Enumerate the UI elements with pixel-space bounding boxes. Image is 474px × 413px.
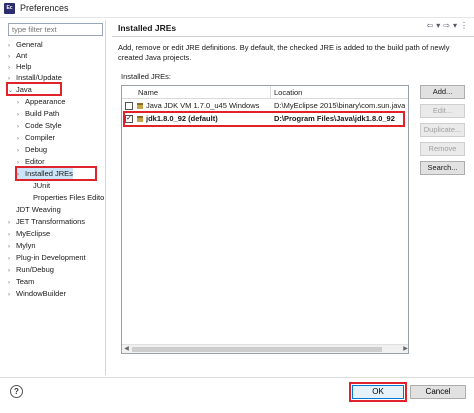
forward-arrow-icon[interactable]: ⇨ bbox=[443, 21, 450, 30]
page-description: Add, remove or edit JRE definitions. By … bbox=[118, 43, 450, 62]
tree-item-build-path[interactable]: › Build Path bbox=[17, 108, 59, 119]
scroll-right-icon[interactable]: ▶ bbox=[401, 345, 408, 353]
tree-item-label: JDT Weaving bbox=[16, 205, 61, 214]
tree-item-compiler[interactable]: › Compiler bbox=[17, 132, 55, 143]
preference-tree-pane: ›General ›Ant ›Help ›Install/Update ⌄Jav… bbox=[5, 20, 106, 375]
view-menu-icon[interactable]: ⋮ bbox=[460, 21, 468, 30]
table-header: Name Location bbox=[122, 86, 408, 99]
tree-item-label: Properties Files Edito bbox=[33, 193, 105, 202]
header-divider bbox=[112, 36, 474, 37]
ok-highlight-box bbox=[349, 382, 407, 402]
tree-item-label: JET Transformations bbox=[16, 217, 86, 226]
tree-item-code-style[interactable]: › Code Style bbox=[17, 120, 62, 131]
add-button[interactable]: Add... bbox=[420, 85, 465, 99]
tree-item-mylyn[interactable]: › Mylyn bbox=[8, 240, 36, 251]
jre-checkbox[interactable] bbox=[125, 102, 133, 110]
installed-jres-page: Installed JREs ⇦ ▾ ⇨ ▾ ⋮ Add, remove or edit… bbox=[112, 20, 474, 375]
tree-item-label: Help bbox=[16, 62, 32, 71]
cancel-button[interactable]: Cancel bbox=[410, 385, 466, 399]
title-bar: Ec Preferences bbox=[0, 0, 474, 18]
help-icon[interactable]: ? bbox=[10, 385, 23, 398]
tree-item-junit[interactable]: JUnit bbox=[33, 180, 50, 191]
tree-item-team[interactable]: › Team bbox=[8, 276, 34, 287]
tree-item-label: Team bbox=[16, 277, 35, 286]
scrollbar-thumb[interactable] bbox=[132, 347, 382, 352]
tree-item-plugin-development[interactable]: › Plug-in Development bbox=[8, 252, 86, 263]
filter-input[interactable] bbox=[8, 23, 103, 36]
tree-item-label: Install/Update bbox=[16, 73, 62, 82]
tree-item-label: Plug-in Development bbox=[16, 253, 86, 262]
column-divider[interactable] bbox=[270, 86, 271, 99]
tree-item-label: Mylyn bbox=[16, 241, 36, 250]
column-header-location[interactable]: Location bbox=[274, 87, 302, 98]
tree-item-debug[interactable]: › Debug bbox=[17, 144, 47, 155]
back-arrow-icon[interactable]: ⇦ bbox=[427, 21, 434, 30]
back-menu-chevron-icon[interactable]: ▾ bbox=[436, 21, 440, 30]
tree-item-label: Ant bbox=[16, 51, 28, 60]
tree-item-myeclipse[interactable]: › MyEclipse bbox=[8, 228, 50, 239]
tree-item-label: Editor bbox=[25, 157, 45, 166]
tree-item-label: MyEclipse bbox=[16, 229, 51, 238]
tree-item-label: Compiler bbox=[25, 133, 56, 142]
jre-table: Name Location Java JDK VM 1.7.0_u45 Wind… bbox=[121, 85, 409, 354]
chevron-right-icon[interactable]: › bbox=[8, 290, 16, 301]
edit-button[interactable]: Edit... bbox=[420, 104, 465, 118]
tree-item-jdt-weaving[interactable]: JDT Weaving bbox=[16, 204, 61, 215]
window-title: Preferences bbox=[20, 3, 69, 13]
tree-item-windowbuilder[interactable]: › WindowBuilder bbox=[8, 288, 66, 299]
scroll-left-icon[interactable]: ◀ bbox=[122, 345, 131, 353]
java-highlight-box bbox=[6, 82, 62, 96]
column-header-name[interactable]: Name bbox=[138, 87, 158, 98]
search-button[interactable]: Search... bbox=[420, 161, 465, 175]
tree-item-label: Build Path bbox=[25, 109, 60, 118]
page-title: Installed JREs bbox=[118, 23, 177, 33]
remove-button[interactable]: Remove bbox=[420, 142, 465, 156]
tree-item-label: Code Style bbox=[25, 121, 62, 130]
tree-item-label: Appearance bbox=[25, 97, 66, 106]
page-nav: ⇦ ▾ ⇨ ▾ ⋮ bbox=[424, 21, 468, 33]
forward-menu-chevron-icon[interactable]: ▾ bbox=[453, 21, 457, 30]
footer-divider bbox=[0, 377, 474, 378]
tree-item-label: WindowBuilder bbox=[16, 289, 67, 298]
app-icon: Ec bbox=[4, 3, 15, 14]
tree-item-run-debug[interactable]: › Run/Debug bbox=[8, 264, 54, 275]
tree-item-jet-transformations[interactable]: › JET Transformations bbox=[8, 216, 85, 227]
tree-item-label: General bbox=[16, 40, 43, 49]
tree-item-general[interactable]: › General bbox=[8, 39, 43, 50]
tree-item-help[interactable]: › Help bbox=[8, 61, 31, 72]
horizontal-scrollbar[interactable]: ◀ ▶ bbox=[122, 344, 408, 353]
tree-item-label: JUnit bbox=[33, 181, 51, 190]
jre-library-icon bbox=[137, 103, 143, 109]
tree-item-properties-files-editor[interactable]: Properties Files Edito bbox=[33, 192, 104, 203]
tree-item-label: Run/Debug bbox=[16, 265, 54, 274]
tree-item-appearance[interactable]: › Appearance bbox=[17, 96, 65, 107]
duplicate-button[interactable]: Duplicate... bbox=[420, 123, 465, 137]
tree-item-label: Debug bbox=[25, 145, 48, 154]
installed-jres-label: Installed JREs: bbox=[121, 72, 172, 81]
tree-item-ant[interactable]: › Ant bbox=[8, 50, 27, 61]
installed-jres-highlight-box bbox=[15, 166, 97, 181]
default-jre-highlight-box bbox=[123, 111, 405, 127]
